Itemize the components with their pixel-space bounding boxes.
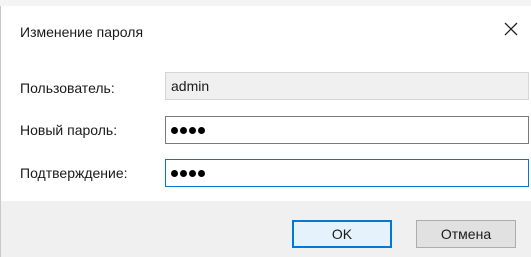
new-password-label: Новый пароль: (20, 122, 118, 138)
confirm-password-field[interactable] (165, 159, 529, 187)
cancel-button[interactable]: Отмена (416, 220, 516, 248)
password-mask-dot (180, 169, 187, 177)
confirm-label: Подтверждение: (20, 165, 128, 181)
password-mask-dot (189, 169, 196, 177)
password-mask-dot (171, 126, 178, 134)
password-mask-dot (198, 169, 205, 177)
user-field: admin (165, 72, 529, 100)
close-icon-glyph (504, 22, 518, 36)
user-value: admin (171, 78, 210, 94)
ok-button[interactable]: OK (292, 220, 392, 248)
password-mask-dot (189, 126, 196, 134)
password-mask-dot (171, 169, 178, 177)
confirm-password-mask (171, 169, 205, 177)
user-label: Пользователь: (20, 80, 115, 96)
password-mask-dot (198, 126, 205, 134)
password-mask-dot (180, 126, 187, 134)
close-icon[interactable] (498, 16, 524, 42)
dialog-title: Изменение пароля (20, 24, 144, 40)
new-password-field[interactable] (165, 116, 529, 144)
new-password-mask (171, 126, 205, 134)
